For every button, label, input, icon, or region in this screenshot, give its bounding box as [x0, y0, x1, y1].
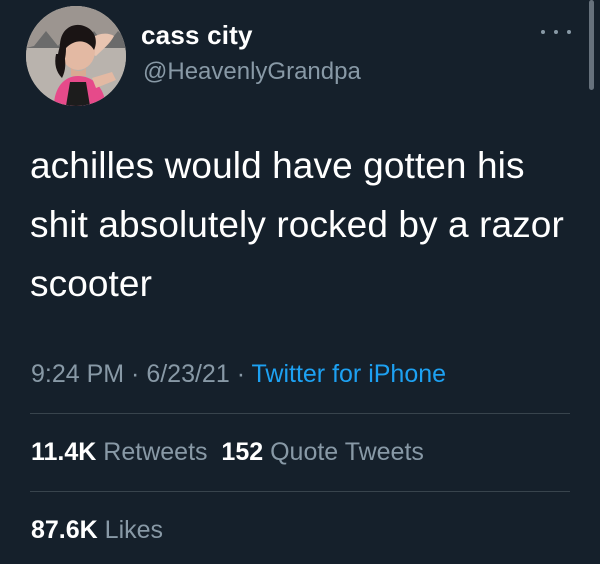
retweets-link[interactable]: 11.4K Retweets: [31, 438, 208, 466]
tweet-time[interactable]: 9:24 PM: [31, 360, 124, 388]
more-dot: [567, 30, 571, 34]
tweet-meta: 9:24 PM · 6/23/21 · Twitter for iPhone: [31, 359, 446, 389]
divider: [30, 413, 570, 414]
tweet-card: cass city @HeavenlyGrandpa achilles woul…: [0, 0, 600, 564]
more-dot: [554, 30, 558, 34]
quote-tweets-label: Quote Tweets: [270, 438, 424, 466]
like-stats: 87.6K Likes: [31, 515, 163, 545]
likes-link[interactable]: 87.6K Likes: [31, 516, 163, 544]
meta-separator: ·: [124, 360, 147, 388]
retweet-stats: 11.4K Retweets 152 Quote Tweets: [31, 437, 424, 467]
tweet-source-link[interactable]: Twitter for iPhone: [252, 360, 447, 388]
tweet-text: achilles would have gotten his shit abso…: [30, 145, 564, 304]
quote-tweets-count: 152: [221, 438, 264, 466]
likes-count: 87.6K: [31, 516, 98, 544]
retweets-label: Retweets: [103, 438, 208, 466]
avatar[interactable]: [26, 6, 126, 106]
profile-photo-icon: [26, 6, 126, 106]
tweet-date[interactable]: 6/23/21: [146, 360, 229, 388]
display-name[interactable]: cass city: [141, 20, 253, 50]
more-icon[interactable]: [541, 22, 571, 42]
scrollbar[interactable]: [589, 0, 594, 90]
quote-tweets-link[interactable]: 152 Quote Tweets: [221, 438, 423, 466]
likes-label: Likes: [104, 516, 164, 544]
retweets-count: 11.4K: [31, 438, 97, 466]
meta-separator: ·: [229, 360, 252, 388]
more-dot: [541, 30, 545, 34]
user-handle[interactable]: @HeavenlyGrandpa: [143, 58, 361, 86]
divider: [30, 491, 570, 492]
